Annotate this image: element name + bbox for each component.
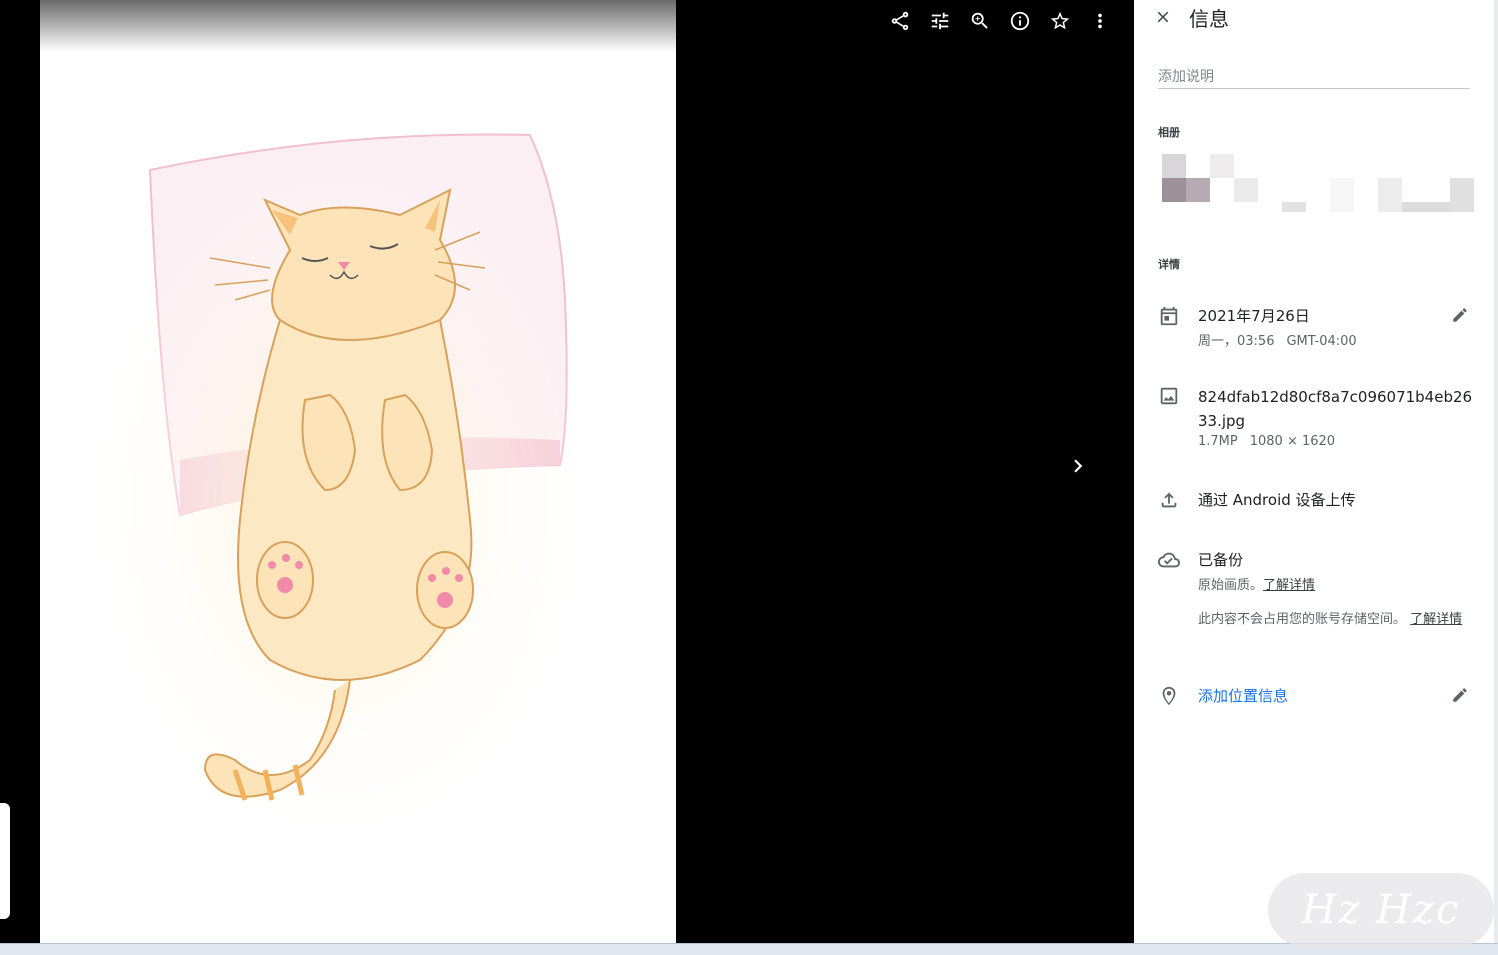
- viewer-toolbar: [880, 7, 1120, 35]
- album-thumb[interactable]: [1378, 178, 1402, 212]
- edit-date-button[interactable]: [1451, 306, 1471, 326]
- side-handle[interactable]: [0, 803, 10, 919]
- album-thumb[interactable]: [1186, 178, 1210, 202]
- backup-status: 已备份: [1198, 551, 1244, 569]
- file-name: 824dfab12d80cf8a7c096071b4eb2633.jpg: [1198, 388, 1473, 430]
- timezone: GMT-04:00: [1286, 334, 1357, 349]
- window-bottom-border: [0, 943, 1498, 955]
- more-vert-icon: [1098, 13, 1102, 29]
- upload-icon: [1158, 489, 1180, 511]
- file-info: 1.7MP 1080 × 1620: [1198, 434, 1335, 449]
- photo-top-shade: [40, 0, 676, 52]
- quality-learn-more-link[interactable]: 了解详情: [1263, 578, 1315, 593]
- album-thumb[interactable]: [1450, 178, 1474, 212]
- album-thumb[interactable]: [1162, 154, 1186, 178]
- photo-image[interactable]: [40, 0, 676, 943]
- edit-adjust-button[interactable]: [920, 7, 960, 35]
- info-icon: [1010, 11, 1030, 31]
- file-dimensions: 1080 × 1620: [1249, 434, 1336, 449]
- storage-text: 此内容不会占用您的账号存储空间。: [1198, 612, 1407, 627]
- details-section-label: 详情: [1158, 258, 1180, 271]
- day-time: 周一，03:56: [1198, 334, 1275, 349]
- chevron-right-icon: [1074, 459, 1083, 473]
- zoom-in-icon: [971, 12, 988, 29]
- album-thumbnails[interactable]: [1140, 148, 1490, 214]
- add-location-link[interactable]: 添加位置信息: [1198, 685, 1288, 706]
- edit-location-button[interactable]: [1451, 686, 1471, 706]
- upload-source: 通过 Android 设备上传: [1198, 491, 1356, 509]
- info-button[interactable]: [1000, 7, 1040, 35]
- albums-section-label: 相册: [1158, 126, 1180, 139]
- album-thumb[interactable]: [1282, 202, 1306, 212]
- watermark: Hz Hzc: [1268, 873, 1494, 947]
- close-panel-button[interactable]: [1152, 5, 1174, 29]
- calendar-icon: [1158, 305, 1180, 327]
- file-size: 1.7MP: [1198, 434, 1238, 449]
- zoom-button[interactable]: [960, 7, 1000, 35]
- pencil-icon: [1453, 688, 1467, 702]
- quality-text: 原始画质。: [1198, 578, 1264, 593]
- location-pin-icon: [1158, 685, 1180, 707]
- star-icon: [1050, 11, 1070, 30]
- more-options-button[interactable]: [1080, 7, 1120, 35]
- caption-placeholder: 添加说明: [1158, 69, 1214, 85]
- album-thumb[interactable]: [1234, 178, 1258, 202]
- album-thumb[interactable]: [1402, 202, 1450, 212]
- storage-note: 此内容不会占用您的账号存储空间。 了解详情: [1198, 610, 1474, 630]
- album-thumb[interactable]: [1210, 154, 1234, 178]
- favorite-button[interactable]: [1040, 7, 1080, 35]
- image-icon: [1158, 385, 1180, 407]
- cloud-done-icon: [1158, 549, 1180, 571]
- panel-title: 信息: [1189, 7, 1229, 31]
- storage-learn-more-link[interactable]: 了解详情: [1410, 612, 1462, 627]
- backup-quality: 原始画质。了解详情: [1198, 574, 1315, 593]
- photo-date: 2021年7月26日: [1198, 307, 1310, 325]
- share-button[interactable]: [880, 7, 920, 35]
- caption-input[interactable]: 添加说明: [1158, 62, 1470, 89]
- photo-time: 周一，03:56 GMT-04:00: [1198, 330, 1357, 349]
- album-thumb[interactable]: [1330, 178, 1354, 212]
- tune-icon: [931, 12, 949, 30]
- pencil-icon: [1453, 308, 1467, 322]
- photo-viewer: [0, 0, 1134, 943]
- panel-scrollbar[interactable]: [1494, 0, 1498, 943]
- info-panel: 信息 添加说明 相册 详情 2021年7月26日 周一，03:56 GMT-04:…: [1134, 0, 1494, 943]
- close-icon: [1157, 11, 1169, 23]
- next-photo-button[interactable]: [1060, 448, 1096, 484]
- album-thumb[interactable]: [1162, 178, 1186, 202]
- share-icon: [891, 11, 909, 31]
- cat-illustration: [80, 133, 600, 860]
